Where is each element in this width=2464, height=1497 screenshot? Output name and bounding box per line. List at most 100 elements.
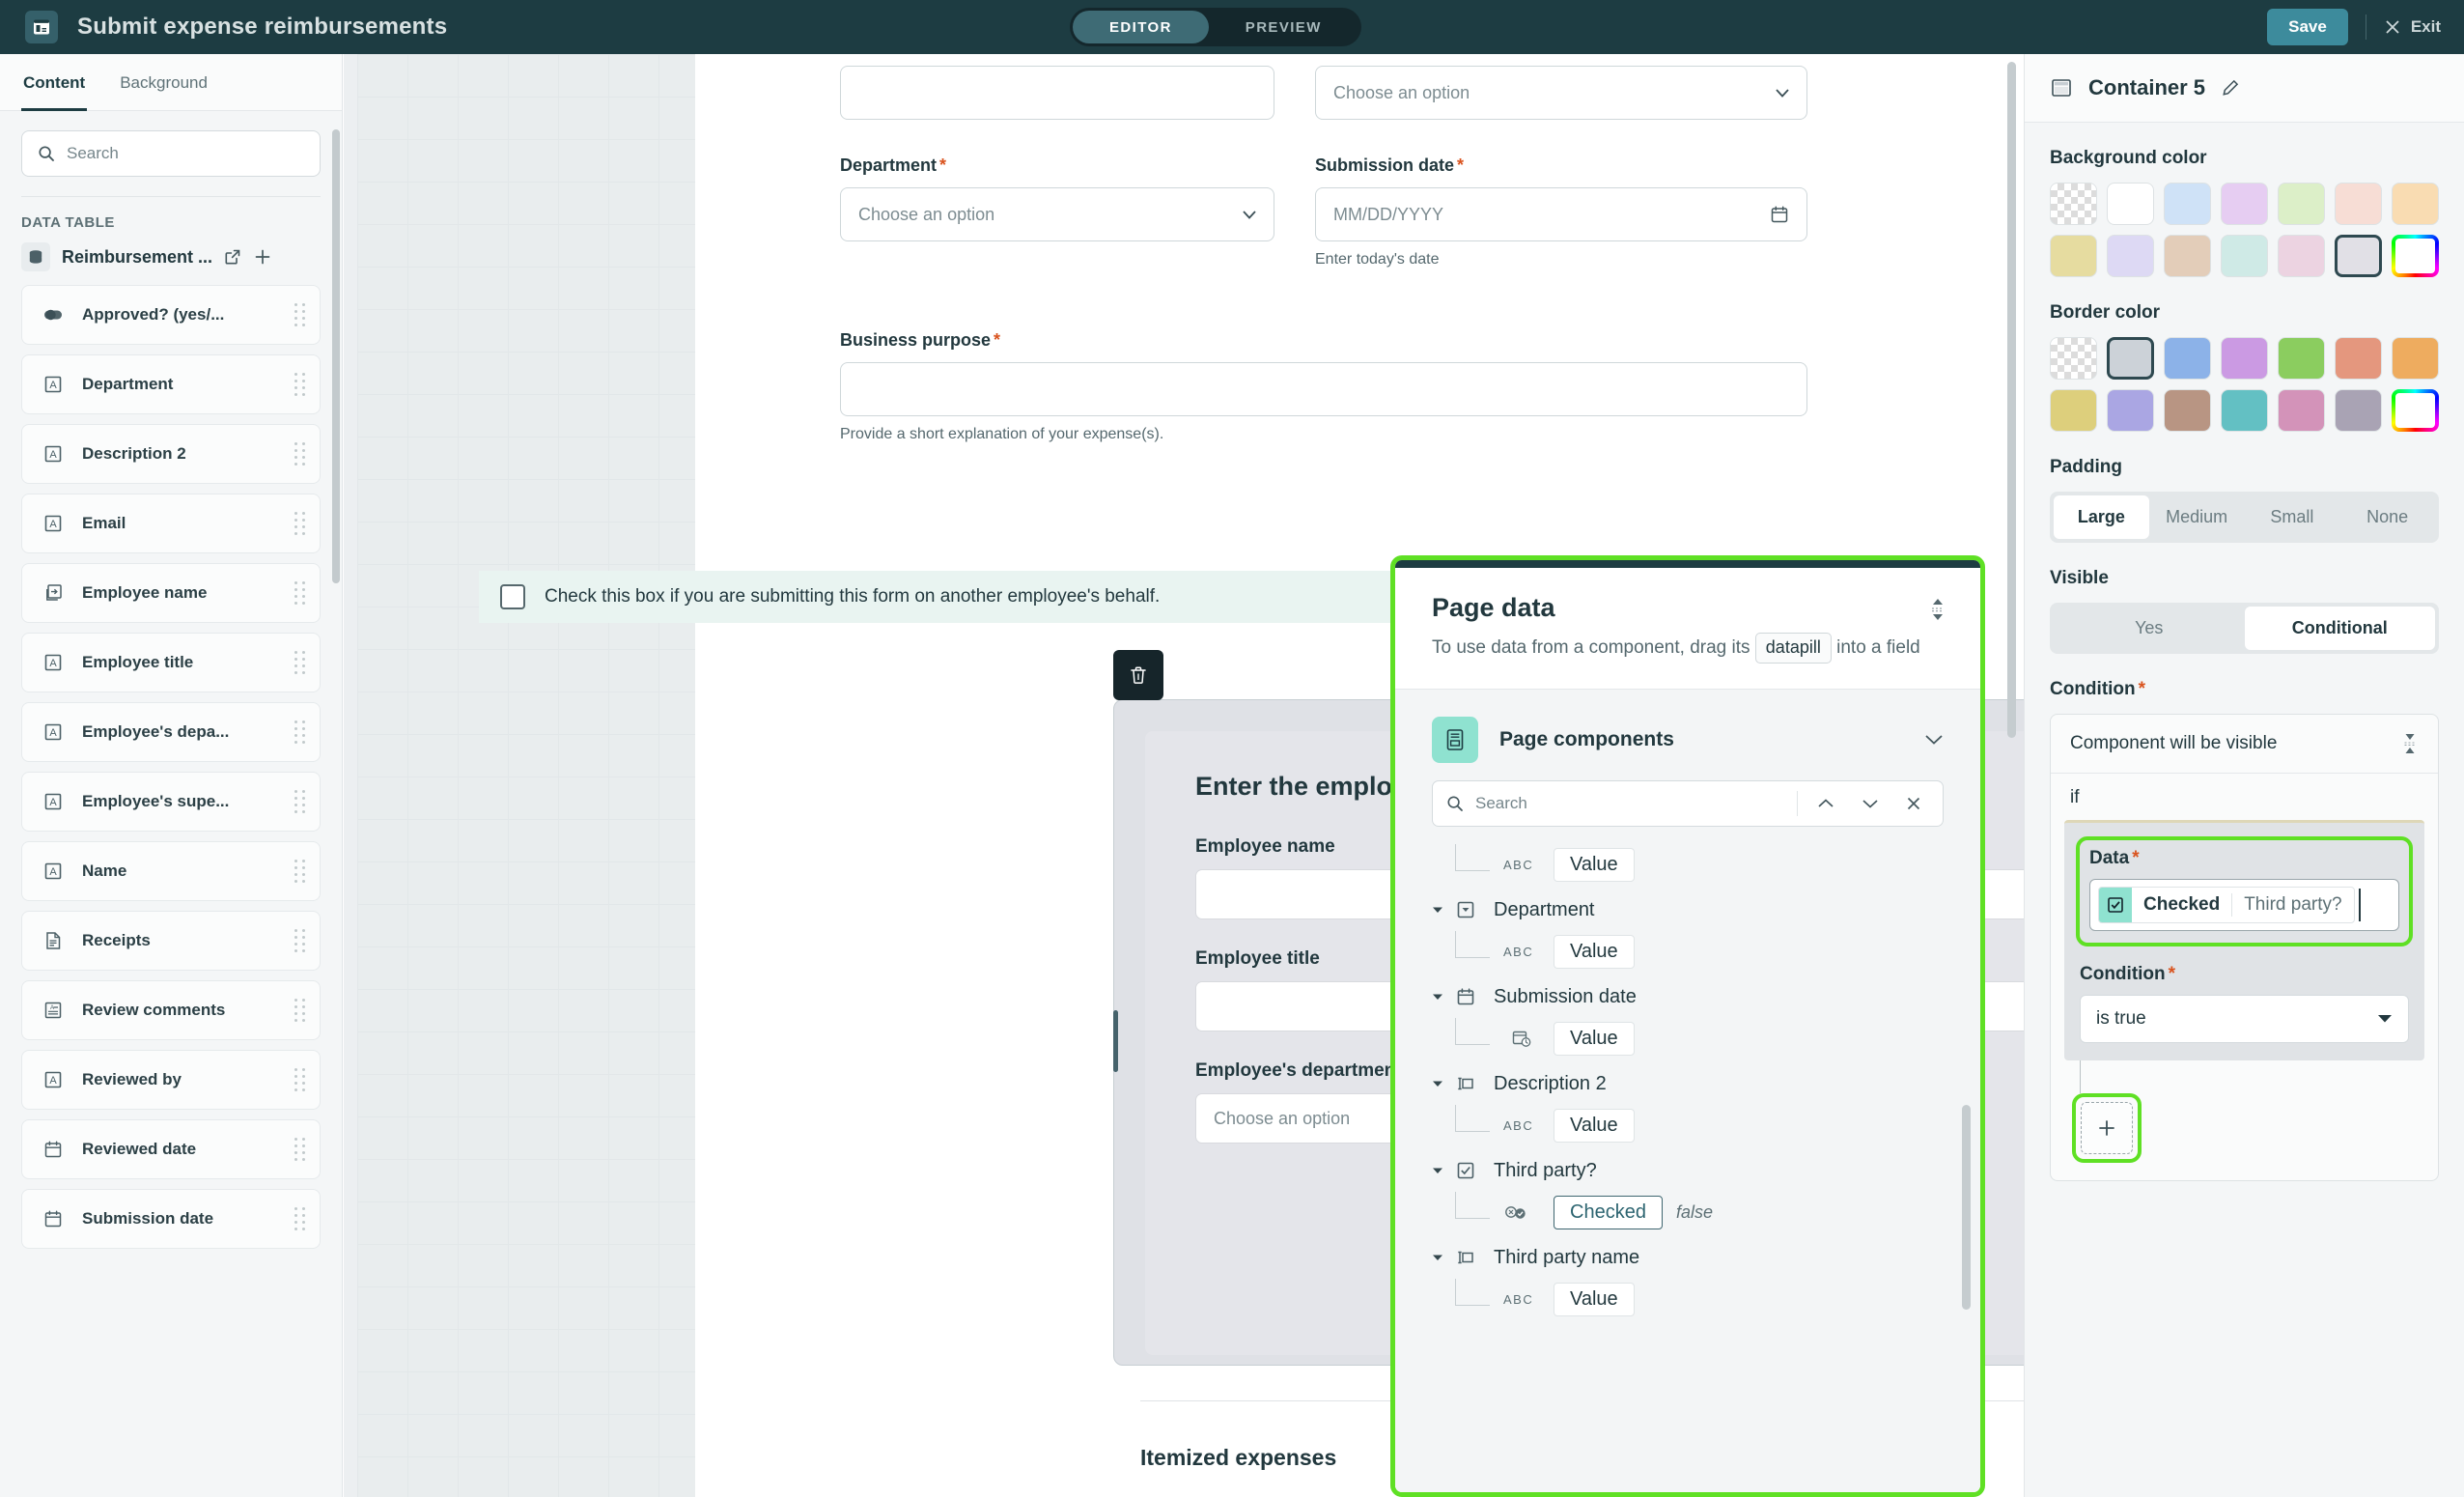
tab-editor[interactable]: EDITOR: [1073, 11, 1209, 43]
chevron-up-icon[interactable]: [1809, 798, 1842, 809]
drag-handle[interactable]: [294, 1207, 306, 1230]
color-swatch[interactable]: [2107, 389, 2154, 432]
color-swatch[interactable]: [2050, 183, 2097, 225]
list-item[interactable]: AReviewed by: [21, 1050, 321, 1110]
drag-handle[interactable]: [294, 581, 306, 605]
caret-down-icon[interactable]: [1432, 1080, 1445, 1087]
color-swatch[interactable]: [2050, 235, 2097, 277]
color-swatch[interactable]: [2221, 389, 2268, 432]
color-swatch[interactable]: [2221, 183, 2268, 225]
color-swatch[interactable]: [2335, 183, 2382, 225]
color-swatch[interactable]: [2164, 235, 2211, 277]
add-field-icon[interactable]: [253, 247, 272, 267]
drag-handle[interactable]: [294, 720, 306, 744]
padding-option-medium[interactable]: Medium: [2149, 495, 2245, 539]
tree-child-checked[interactable]: Checked false: [1455, 1196, 1944, 1229]
color-swatch[interactable]: [2392, 389, 2439, 432]
color-swatch[interactable]: [2335, 337, 2382, 380]
page-data-search-input[interactable]: [1475, 794, 1785, 813]
color-swatch[interactable]: [2278, 183, 2325, 225]
tree-node-description-2[interactable]: Description 2: [1432, 1073, 1944, 1095]
caret-down-icon[interactable]: [1432, 993, 1445, 1001]
visible-option-yes[interactable]: Yes: [2054, 607, 2245, 650]
condition-operator-select[interactable]: is true: [2080, 995, 2409, 1043]
drag-handle[interactable]: [294, 1138, 306, 1161]
tree-node-department[interactable]: Department: [1432, 899, 1944, 921]
color-swatch[interactable]: [2221, 337, 2268, 380]
color-swatch[interactable]: [2335, 389, 2382, 432]
save-button[interactable]: Save: [2267, 9, 2348, 45]
datapill-value[interactable]: Value: [1554, 1109, 1635, 1143]
delete-container-button[interactable]: [1113, 650, 1163, 700]
drag-handle[interactable]: [294, 1068, 306, 1091]
padding-option-small[interactable]: Small: [2245, 495, 2340, 539]
pencil-icon[interactable]: [2221, 78, 2240, 98]
page-data-scrollbar[interactable]: [1962, 1105, 1971, 1310]
padding-option-none[interactable]: None: [2339, 495, 2435, 539]
sidebar-scrollbar[interactable]: [332, 129, 340, 583]
list-item[interactable]: ADescription 2: [21, 424, 321, 484]
data-table-row[interactable]: Reimbursement ...: [0, 239, 342, 285]
tab-preview[interactable]: PREVIEW: [1209, 11, 1358, 43]
list-item[interactable]: AEmployee's supe...: [21, 772, 321, 832]
resize-handle-icon[interactable]: [2401, 732, 2419, 755]
datapill-value[interactable]: Value: [1554, 935, 1635, 969]
list-item[interactable]: AReview comments: [21, 980, 321, 1040]
drag-handle[interactable]: [294, 512, 306, 535]
color-swatch[interactable]: [2221, 235, 2268, 277]
caret-down-icon[interactable]: [1432, 1254, 1445, 1261]
datapill-chip[interactable]: datapill: [1755, 633, 1832, 664]
datapill-checked-third-party[interactable]: Checked Third party?: [2098, 887, 2355, 923]
list-item[interactable]: AEmail: [21, 494, 321, 553]
add-condition-button[interactable]: [2081, 1102, 2133, 1154]
search-box[interactable]: [21, 130, 321, 177]
datapill-value[interactable]: Value: [1554, 1022, 1635, 1056]
external-link-icon[interactable]: [224, 248, 241, 266]
drag-handle[interactable]: [294, 929, 306, 952]
exit-button[interactable]: Exit: [2384, 17, 2441, 37]
drag-handle[interactable]: [294, 999, 306, 1022]
submission-date-input[interactable]: MM/DD/YYYY: [1315, 187, 1807, 241]
color-swatch[interactable]: [2278, 389, 2325, 432]
list-item[interactable]: Reviewed date: [21, 1119, 321, 1179]
condition-summary-row[interactable]: Component will be visible: [2051, 715, 2438, 774]
drag-handle[interactable]: [294, 373, 306, 396]
department-select[interactable]: Choose an option: [840, 187, 1274, 241]
list-item[interactable]: Receipts: [21, 911, 321, 971]
color-swatch[interactable]: [2392, 235, 2439, 277]
color-swatch[interactable]: [2278, 235, 2325, 277]
clear-search-icon[interactable]: [1898, 796, 1929, 811]
list-item[interactable]: Submission date: [21, 1189, 321, 1249]
third-party-checkbox[interactable]: [500, 584, 525, 609]
color-swatch[interactable]: [2335, 235, 2382, 277]
datapill-checked[interactable]: Checked: [1554, 1196, 1663, 1229]
page-data-search-box[interactable]: [1432, 780, 1944, 827]
color-swatch[interactable]: [2392, 337, 2439, 380]
datapill-value[interactable]: Value: [1554, 1283, 1635, 1316]
color-swatch[interactable]: [2164, 337, 2211, 380]
color-swatch[interactable]: [2107, 235, 2154, 277]
tree-node-third-party[interactable]: Third party?: [1432, 1160, 1944, 1182]
tree-node-submission-date[interactable]: Submission date: [1432, 986, 1944, 1008]
page-components-row[interactable]: Page components: [1395, 690, 1980, 780]
tree-child-value[interactable]: ABC Value: [1455, 1109, 1944, 1143]
color-swatch[interactable]: [2050, 389, 2097, 432]
tree-child-value[interactable]: Value: [1455, 1022, 1944, 1056]
data-input[interactable]: Checked Third party?: [2089, 879, 2399, 931]
drag-handle[interactable]: [294, 442, 306, 466]
color-swatch[interactable]: [2050, 337, 2097, 380]
calendar-icon[interactable]: [1770, 205, 1789, 224]
color-swatch[interactable]: [2164, 389, 2211, 432]
tab-content[interactable]: Content: [21, 54, 87, 111]
caret-down-icon[interactable]: [1432, 906, 1445, 914]
list-item[interactable]: ADepartment: [21, 354, 321, 414]
tree-child-value[interactable]: ABC Value: [1455, 935, 1944, 969]
chevron-down-icon[interactable]: [1854, 798, 1887, 809]
select-input[interactable]: Choose an option: [1315, 66, 1807, 120]
datapill-value[interactable]: Value: [1554, 848, 1635, 882]
text-input[interactable]: [840, 66, 1274, 120]
search-input[interactable]: [67, 144, 304, 163]
color-swatch[interactable]: [2164, 183, 2211, 225]
drag-handle[interactable]: [294, 860, 306, 883]
color-swatch[interactable]: [2107, 337, 2154, 380]
